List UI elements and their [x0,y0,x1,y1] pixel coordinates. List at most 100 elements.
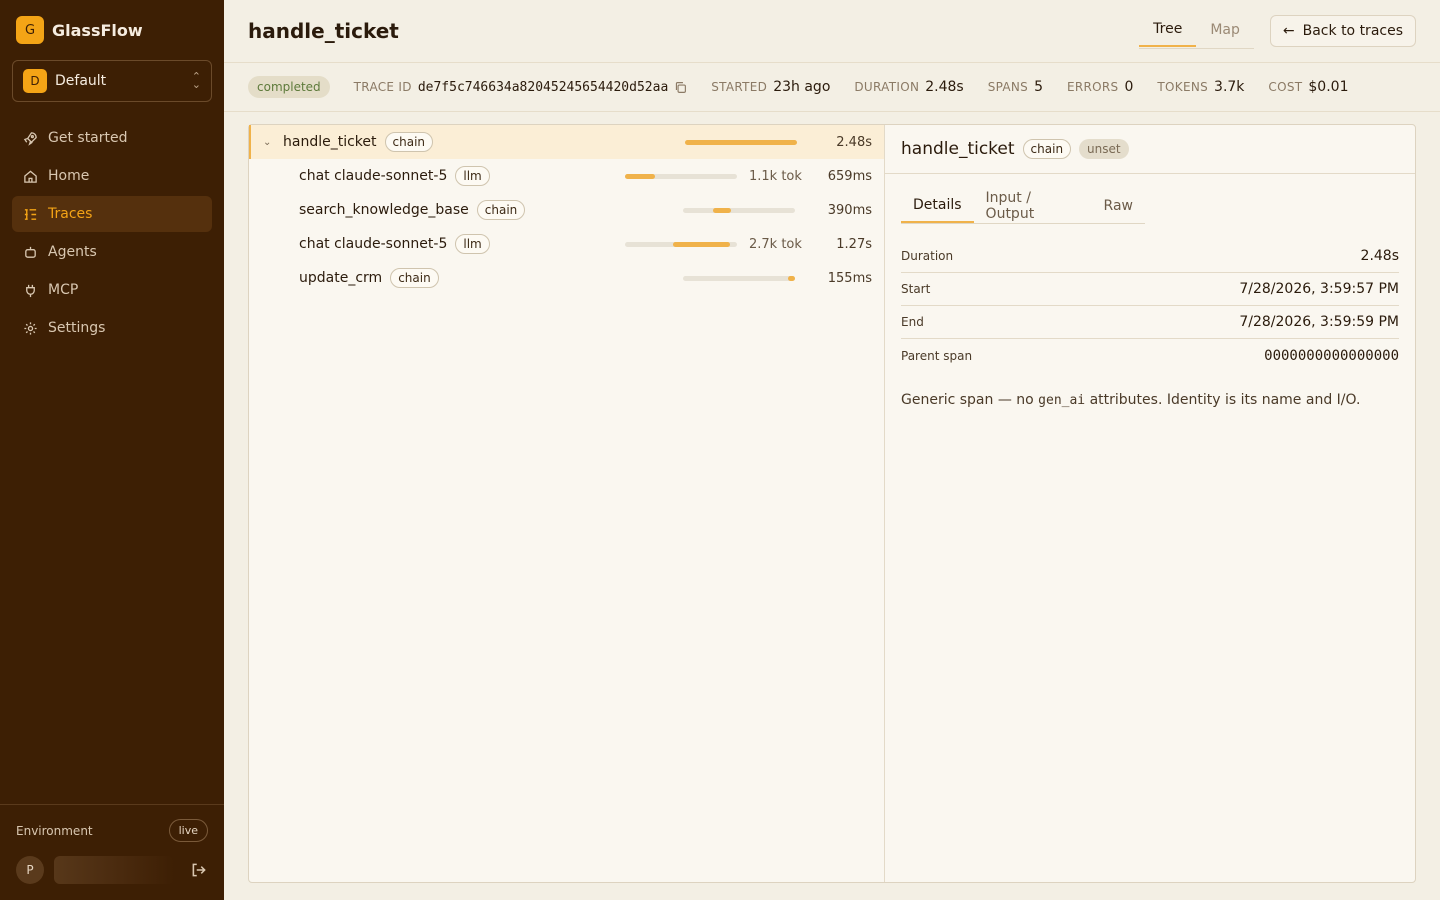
sidebar-item-label: MCP [48,282,79,298]
environment-badge[interactable]: live [168,819,208,842]
cost-value: $0.01 [1308,79,1349,95]
span-name: chat claude-sonnet-5 [299,236,448,252]
sidebar-item-settings[interactable]: Settings [12,310,212,346]
tab-raw[interactable]: Raw [1092,188,1145,223]
trace-meta-bar: completed TRACE ID de7f5c746634a82045245… [224,63,1440,112]
span-kind-tag: chain [476,200,526,220]
sidebar-footer: Environment live P [0,804,224,900]
span-row[interactable]: update_crm chain 155ms [249,261,884,295]
page-header: handle_ticket Tree Map ← Back to traces [224,0,1440,63]
field-value: 0000000000000000 [1264,347,1399,364]
arrow-left-icon: ← [1282,23,1295,39]
span-name: search_knowledge_base [299,202,469,218]
trace-panel: ⌄ handle_ticket chain 2.48s chat claude-… [248,124,1416,883]
gear-icon [22,320,38,336]
chevron-down-icon[interactable]: ⌄ [263,137,275,148]
sidebar-item-label: Agents [48,244,97,260]
span-timeline-fill [713,207,731,213]
span-timeline-bar [683,275,795,281]
span-timeline-bar [685,139,797,145]
sidebar: G GlassFlow D Default ⌃ ⌄ Get started Hom… [0,0,224,900]
detail-field-row: Start 7/28/2026, 3:59:57 PM [901,273,1399,306]
span-kind-tag: llm [455,166,490,186]
detail-field-row: Duration 2.48s [901,240,1399,273]
tab-tree[interactable]: Tree [1139,13,1197,47]
page-title: handle_ticket [248,19,399,43]
span-duration: 2.48s [836,134,872,150]
status-badge: completed [248,76,330,98]
sidebar-item-agents[interactable]: Agents [12,234,212,270]
cost-label: COST [1268,80,1303,94]
spans-value: 5 [1034,79,1044,95]
tokens-value: 3.7k [1214,79,1245,95]
sidebar-item-label: Settings [48,320,106,336]
sidebar-item-label: Home [48,168,90,184]
detail-field-row: End 7/28/2026, 3:59:59 PM [901,306,1399,339]
span-row[interactable]: chat claude-sonnet-5 llm 1.1k tok 659ms [249,159,884,193]
span-name: update_crm [299,270,383,286]
tab-map[interactable]: Map [1196,13,1254,47]
back-to-traces-label: Back to traces [1302,23,1403,39]
sidebar-item-home[interactable]: Home [12,158,212,194]
span-row[interactable]: search_knowledge_base chain 390ms [249,193,884,227]
span-tokens: 1.1k tok [749,168,802,184]
span-kind-tag: llm [455,234,490,254]
field-value: 7/28/2026, 3:59:57 PM [1239,281,1399,297]
started-label: STARTED [711,80,768,94]
user-avatar[interactable]: P [16,856,44,884]
field-key: Parent span [901,348,973,363]
span-row[interactable]: chat claude-sonnet-5 llm 2.7k tok 1.27s [249,227,884,261]
rocket-icon [22,130,38,146]
span-timeline-bar [625,241,737,247]
trace-id-value: de7f5c746634a82045245654420d52aa [417,79,669,95]
tab-details[interactable]: Details [901,188,974,223]
span-name: chat claude-sonnet-5 [299,168,448,184]
tab-input-output[interactable]: Input / Output [974,188,1092,223]
span-status-badge: unset [1079,139,1129,159]
tokens-label: TOKENS [1157,80,1209,94]
span-timeline-fill [788,275,795,281]
detail-tabs: Details Input / Output Raw [901,188,1145,224]
sidebar-item-mcp[interactable]: MCP [12,272,212,308]
back-to-traces-button[interactable]: ← Back to traces [1269,15,1416,47]
span-row[interactable]: ⌄ handle_ticket chain 2.48s [249,125,884,159]
home-icon [22,168,38,184]
sidebar-nav: Get started Home Traces Agents MCP Setti… [0,120,224,346]
detail-fields: Duration 2.48s Start 7/28/2026, 3:59:57 … [901,240,1399,372]
span-name: handle_ticket [283,134,377,150]
sidebar-item-traces[interactable]: Traces [12,196,212,232]
detail-title: handle_ticket [901,139,1015,159]
workspace-switcher[interactable]: D Default ⌃ ⌄ [12,60,212,102]
span-duration: 659ms [827,168,872,184]
note-text: Generic span — no [901,392,1039,408]
span-timeline-fill [673,241,730,247]
span-tree: ⌄ handle_ticket chain 2.48s chat claude-… [249,125,885,882]
traces-icon [22,206,38,222]
sidebar-item-label: Get started [48,130,128,146]
workspace-name: Default [55,73,107,89]
span-note: Generic span — no gen_ai attributes. Ide… [901,392,1399,408]
field-key: End [901,315,924,329]
logout-icon[interactable] [190,861,208,879]
main: handle_ticket Tree Map ← Back to traces … [224,0,1440,900]
span-detail-panel: handle_ticket chain unset Details Input … [885,125,1415,882]
brand[interactable]: G GlassFlow [0,0,224,60]
errors-label: ERRORS [1067,80,1119,94]
copy-icon[interactable] [674,81,687,94]
user-name-redacted [54,856,174,884]
field-value: 2.48s [1360,248,1399,264]
duration-value: 2.48s [925,79,964,95]
span-duration: 390ms [827,202,872,218]
span-kind-tag: chain [384,132,434,152]
sidebar-item-get-started[interactable]: Get started [12,120,212,156]
span-kind-tag: chain [1022,139,1072,159]
workspace-avatar: D [23,69,47,93]
span-timeline-bar [625,173,737,179]
field-value: 7/28/2026, 3:59:59 PM [1239,314,1399,330]
spans-label: SPANS [987,80,1029,94]
duration-label: DURATION [854,80,920,94]
span-kind-tag: chain [390,268,439,288]
span-tokens: 2.7k tok [749,236,802,252]
field-key: Duration [901,249,954,263]
environment-label: Environment [16,823,93,838]
